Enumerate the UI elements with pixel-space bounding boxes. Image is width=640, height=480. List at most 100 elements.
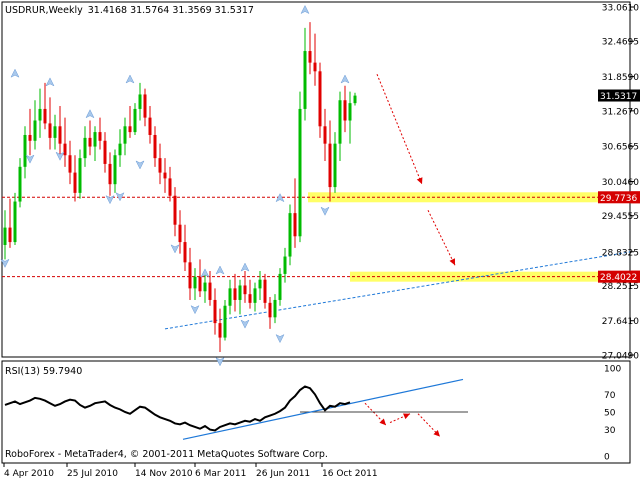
candle-body	[98, 132, 102, 141]
candle-body	[43, 108, 47, 124]
candle-body	[18, 166, 22, 202]
price-chart: 33.0610 32.4695 31.8590 31.2670 30.6565 30.04…	[0, 1, 640, 479]
candle-body	[138, 94, 142, 109]
price-tick-label: 31.2670	[602, 107, 639, 117]
candle-body	[68, 155, 72, 173]
candle-body	[143, 94, 147, 118]
price-tick-label: 32.4695	[602, 38, 639, 48]
candle-body	[338, 100, 342, 144]
price-tick-label: 30.0460	[602, 178, 639, 188]
candle-body	[83, 137, 87, 159]
candle-body	[208, 282, 212, 300]
candle-body	[283, 256, 287, 274]
candle-body	[233, 288, 237, 300]
candle-body	[48, 123, 52, 138]
candle-body	[178, 224, 182, 243]
candle-body	[213, 299, 217, 324]
candle-body	[298, 108, 302, 237]
chart-header: USDRUR,Weekly 31.4168 31.5764 31.3569 31.…	[5, 5, 254, 16]
rsi-title: RSI(13) 59.7940	[5, 366, 82, 377]
candle-body	[108, 163, 112, 185]
candle-body	[203, 282, 207, 292]
level-tag-0-label: 29.7736	[600, 194, 637, 204]
candle-body	[258, 279, 262, 289]
price-tick-label: 30.6565	[602, 143, 639, 153]
candle-body	[318, 71, 322, 127]
level-tag-1-label: 28.4022	[600, 273, 637, 283]
candle-body	[228, 288, 232, 306]
candle-body	[53, 126, 57, 138]
candle-body	[173, 195, 177, 225]
candle-body	[278, 273, 282, 300]
candle-body	[348, 103, 352, 121]
candle-body	[33, 120, 37, 141]
current-price-tag-label: 31.5317	[600, 92, 637, 102]
time-tick-label: 6 Mar 2011	[195, 469, 246, 479]
candle-body	[308, 51, 312, 63]
candle-body	[313, 62, 317, 72]
time-tick-label: 14 Nov 2010	[135, 469, 193, 479]
candle-body	[223, 305, 227, 338]
candle-body	[193, 276, 197, 289]
price-tick-label: 27.0490	[602, 352, 639, 362]
candle-body	[38, 108, 42, 121]
candle-body	[148, 117, 152, 135]
candle-body	[118, 143, 122, 156]
time-tick-label: 25 Jul 2010	[67, 469, 118, 479]
time-tick-label: 26 Jun 2011	[256, 469, 310, 479]
candle-body	[163, 172, 167, 179]
candle-body	[28, 134, 32, 141]
candle-body	[333, 143, 337, 188]
candle-body	[128, 126, 132, 133]
candle-body	[13, 201, 17, 243]
price-tick-label: 27.6410	[602, 317, 639, 327]
candle-body	[58, 126, 62, 144]
candle-body	[238, 285, 242, 300]
candle-body	[88, 137, 92, 147]
candle-body	[353, 95, 357, 104]
time-tick-label: 4 Apr 2010	[4, 469, 54, 479]
candle-body	[158, 158, 162, 173]
candle-body	[63, 143, 67, 156]
candle-body	[103, 140, 107, 164]
candle-body	[78, 158, 82, 193]
candle-body	[328, 143, 332, 188]
candle-body	[253, 288, 257, 303]
candle-body	[268, 302, 272, 318]
candle-body	[188, 262, 192, 289]
candle-body	[263, 279, 267, 303]
candle-body	[303, 51, 307, 109]
candle-body	[343, 100, 347, 121]
time-tick-label: 16 Oct 2011	[322, 469, 378, 479]
candle-body	[168, 178, 172, 196]
price-tick-label: 28.8325	[602, 248, 639, 258]
candle-body	[293, 213, 297, 237]
candle-body	[73, 172, 77, 193]
candle-body	[93, 132, 97, 147]
price-tick-label: 33.0610	[602, 4, 639, 14]
price-tick-label: 31.8590	[602, 73, 639, 83]
candle-body	[323, 126, 327, 144]
candle-body	[218, 323, 222, 338]
candle-body	[3, 227, 7, 245]
rsi-tick-label: 50	[604, 409, 616, 419]
rsi-tick-label: 100	[604, 365, 621, 375]
candle-body	[183, 242, 187, 263]
rsi-tick-label: 0	[604, 453, 610, 463]
candle-body	[248, 294, 252, 303]
candle-body	[133, 108, 137, 133]
candle-body	[23, 134, 27, 167]
main-plot-frame	[1, 1, 631, 358]
rsi-tick-label: 70	[604, 391, 616, 401]
candle-body	[288, 213, 292, 257]
candle-body	[273, 299, 277, 318]
rsi-tick-label: 30	[604, 426, 616, 436]
candle-body	[198, 276, 202, 292]
price-tick-label: 29.4555	[602, 212, 639, 222]
time-axis: 4 Apr 2010 25 Jul 2010 14 Nov 2010 6 Mar 20…	[3, 463, 378, 479]
copyright-text: RoboForex - MetaTrader4, © 2001-2011 Met…	[5, 449, 328, 460]
candle-body	[123, 126, 127, 144]
candle-body	[113, 155, 117, 185]
candle-body	[153, 134, 157, 159]
candle-body	[8, 227, 12, 243]
